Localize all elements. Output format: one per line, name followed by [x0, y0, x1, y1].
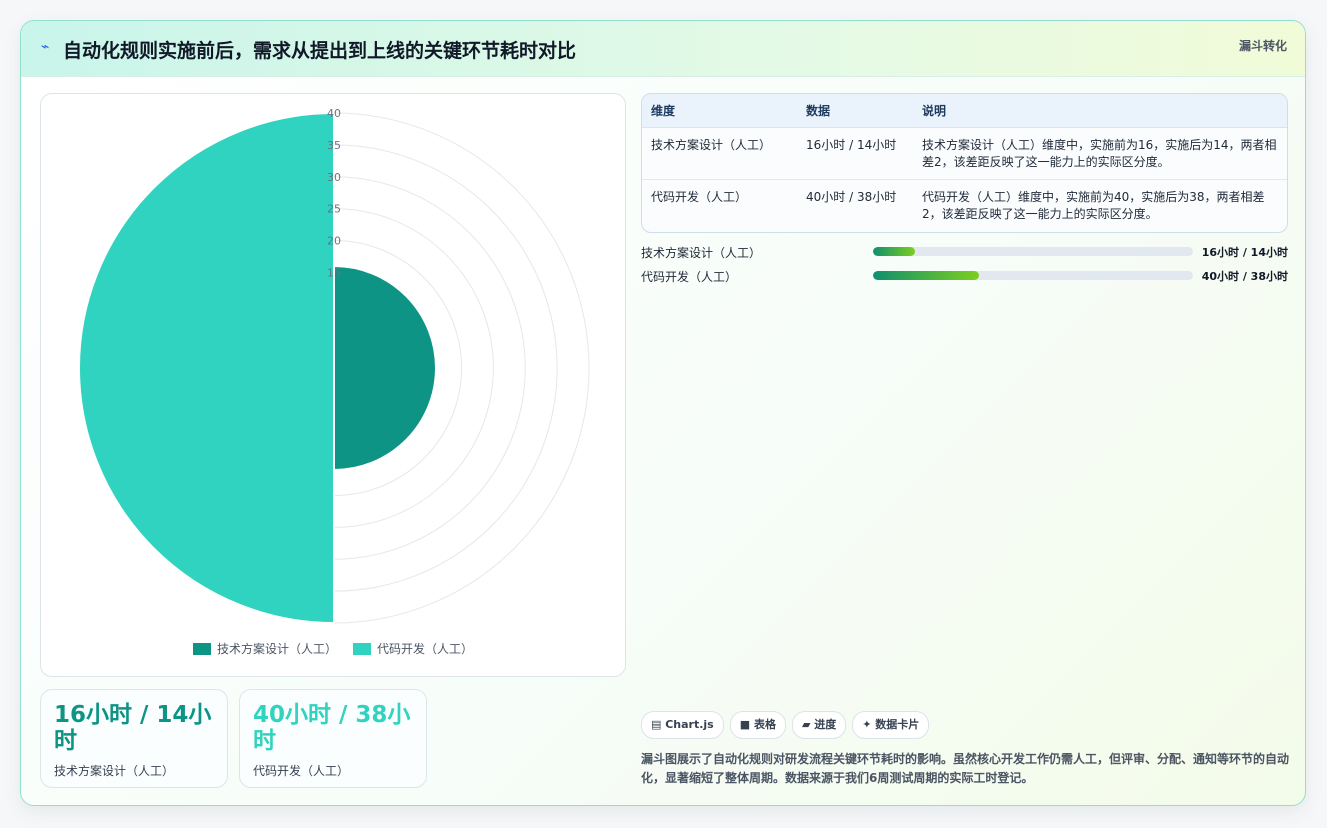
data-table: 维度 数据 说明 技术方案设计（人工） 16小时 / 14小时 技术方案设计（人… [641, 93, 1288, 233]
chip-table[interactable]: ■ 表格 [729, 711, 786, 739]
progress-value: 16小时 / 14小时 [1201, 246, 1288, 259]
progress-fill [873, 247, 915, 256]
chip-chartjs[interactable]: ▤ Chart.js [641, 711, 724, 739]
legend-label: 代码开发（人工） [377, 641, 473, 656]
chart-panel: 40 35 30 25 20 15 技术方案设计（人工） 代码开发（人工） [40, 93, 626, 677]
tick-label: 25 [327, 203, 341, 216]
legend-label: 技术方案设计（人工） [217, 641, 337, 656]
table-header-row: 维度 数据 说明 [642, 94, 1287, 128]
progress-fill [873, 271, 979, 280]
chip-data-card[interactable]: ✦ 数据卡片 [852, 711, 930, 739]
progress-label: 技术方案设计（人工） [641, 246, 762, 260]
feature-chips: ▤ Chart.js ■ 表格 ▰ 进度 ✦ 数据卡片 [641, 711, 935, 739]
kpi-card-tech-design: 16小时 / 14小时 技术方案设计（人工） [40, 689, 228, 788]
table-header-dim: 维度 [642, 94, 797, 128]
dashboard-card: ⌁ 自动化规则实施前后，需求从提出到上线的关键环节耗时对比 漏斗转化 40 35 3… [20, 20, 1306, 806]
table-row: 代码开发（人工） 40小时 / 38小时 代码开发（人工）维度中，实施前为40，… [642, 179, 1287, 231]
table-cell-desc: 技术方案设计（人工）维度中，实施前为16，实施后为14，两者相差2，该差距反映了… [922, 138, 1277, 169]
card-header: ⌁ 自动化规则实施前后，需求从提出到上线的关键环节耗时对比 漏斗转化 [21, 21, 1305, 77]
tick-label: 20 [327, 235, 341, 248]
polar-sector [333, 264, 437, 472]
table-cell-dim: 技术方案设计（人工） [651, 138, 772, 152]
tick-label: 40 [327, 107, 341, 120]
progress-row-code-dev: 代码开发（人工） 40小时 / 38小时 [641, 268, 1288, 284]
table-cell-desc: 代码开发（人工）维度中，实施前为40，实施后为38，两者相差2，该差距反映了这一… [913, 179, 1287, 231]
table-cell-dim: 代码开发（人工） [642, 179, 797, 231]
kpi-value: 40小时 / 38小时 [253, 702, 411, 754]
chip-progress[interactable]: ▰ 进度 [791, 711, 847, 739]
kpi-label: 代码开发（人工） [253, 764, 350, 778]
lightning-icon: ⌁ [41, 39, 50, 55]
page-title: 自动化规则实施前后，需求从提出到上线的关键环节耗时对比 [63, 40, 577, 62]
chart-type-tag: 漏斗转化 [1238, 39, 1287, 53]
polar-area-chart: 40 35 30 25 20 15 技术方案设计（人工） 代码开发（人工） [78, 107, 590, 656]
progress-label: 代码开发（人工） [641, 270, 738, 284]
kpi-label: 技术方案设计（人工） [54, 764, 175, 778]
kpi-value: 16小时 / 14小时 [54, 702, 212, 754]
progress-value: 40小时 / 38小时 [1201, 270, 1288, 283]
legend-swatch [353, 643, 371, 655]
table-cell-data: 40小时 / 38小时 [797, 179, 913, 231]
polar-sector [78, 111, 335, 625]
table-header-desc: 说明 [913, 94, 1287, 128]
kpi-card-code-dev: 40小时 / 38小时 代码开发（人工） [239, 689, 427, 788]
progress-track [873, 247, 1193, 256]
tick-label: 30 [327, 171, 341, 184]
table-cell-data: 16小时 / 14小时 [806, 138, 897, 152]
tick-label: 35 [327, 139, 341, 152]
tick-label: 15 [327, 266, 341, 279]
table-header-data: 数据 [797, 94, 913, 128]
table-row: 技术方案设计（人工） 16小时 / 14小时 技术方案设计（人工）维度中，实施前… [642, 128, 1287, 180]
progress-row-tech-design: 技术方案设计（人工） 16小时 / 14小时 [641, 244, 1288, 260]
chart-description: 漏斗图展示了自动化规则对研发流程关键环节耗时的影响。虽然核心开发工作仍需人工，但… [641, 752, 1290, 785]
progress-track [873, 271, 1193, 280]
legend-swatch [193, 643, 211, 655]
